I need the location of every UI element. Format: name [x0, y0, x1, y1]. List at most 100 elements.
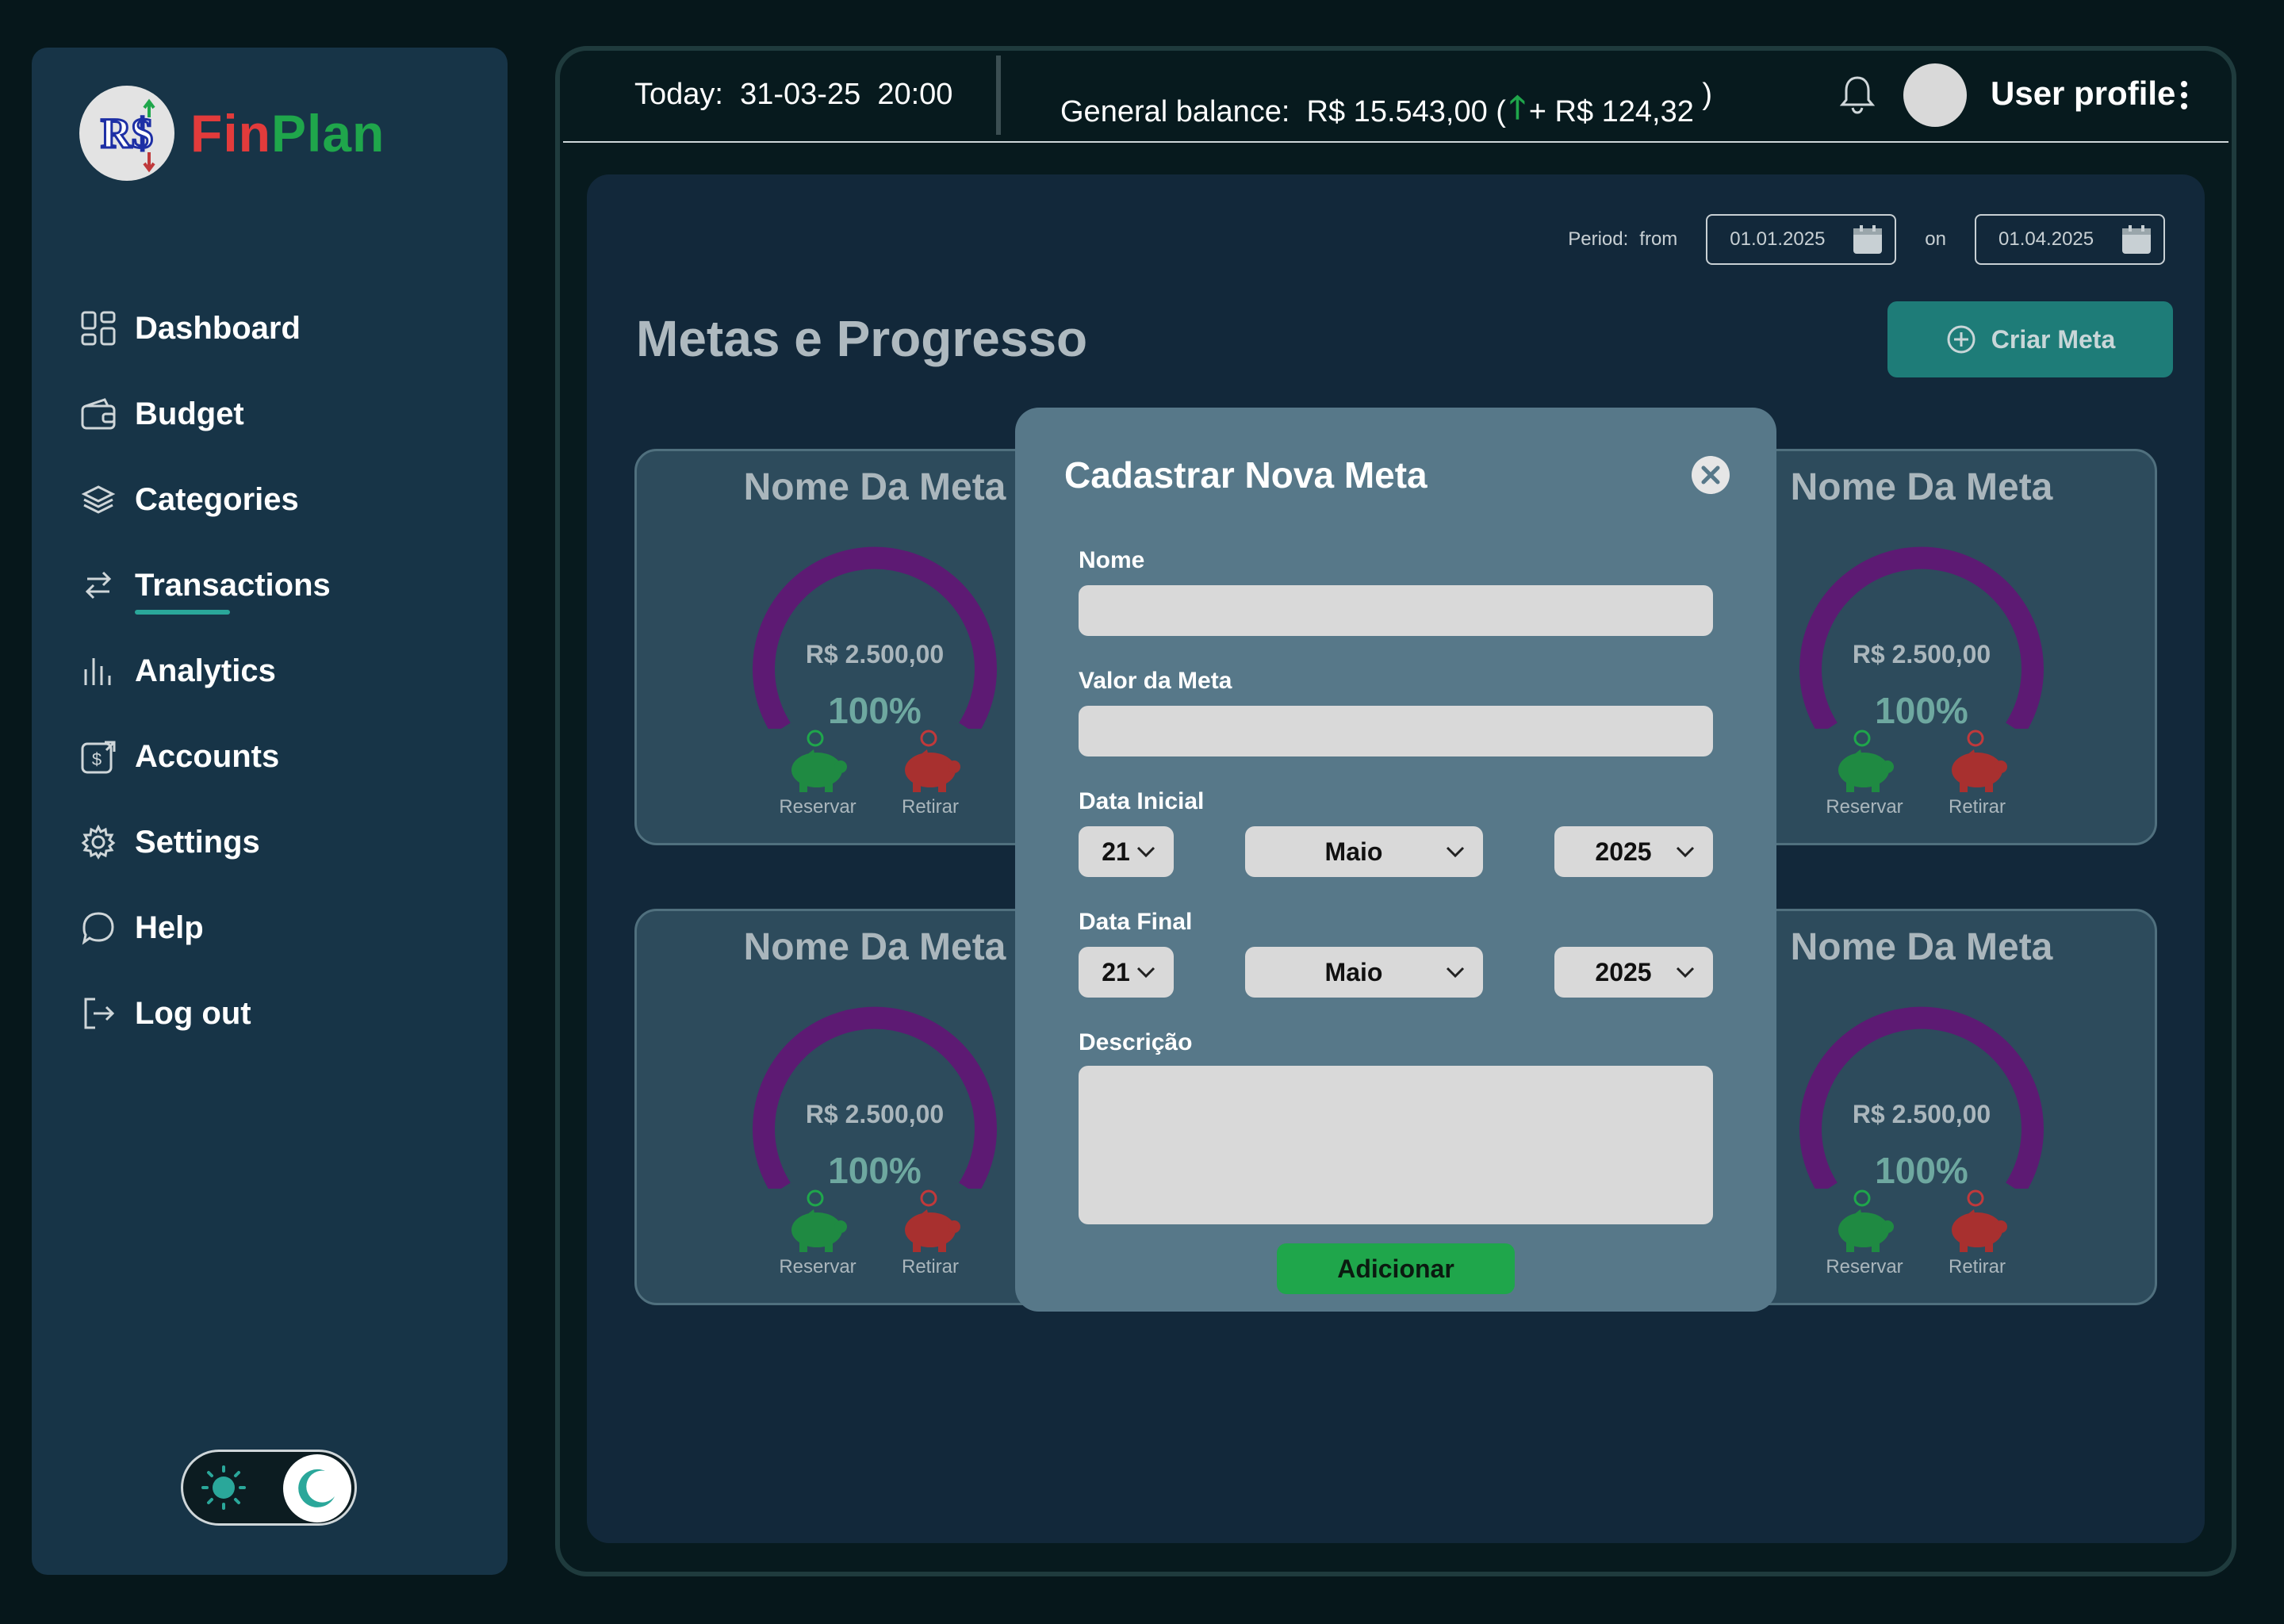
piggy-bank-deposit-icon[interactable] [1829, 729, 1900, 800]
withdraw-label: Retirar [1948, 796, 2006, 818]
end-date-label: Data Final [1079, 909, 1193, 935]
sidebar-item-categories[interactable]: Categories [79, 457, 492, 542]
today-display: Today: 31-03-25 20:00 [634, 78, 952, 112]
sidebar-item-label: Budget [135, 396, 244, 431]
piggy-bank-deposit-icon[interactable] [1829, 1189, 1900, 1260]
sidebar-item-budget[interactable]: Budget [79, 371, 492, 457]
to-date-value: 01.04.2025 [1998, 228, 2094, 250]
piggy-bank-withdraw-icon[interactable] [1942, 1189, 2014, 1260]
today-time: 20:00 [877, 78, 953, 111]
withdraw-label: Retirar [901, 1256, 959, 1277]
goal-value-input[interactable] [1079, 706, 1713, 756]
reserve-label: Reservar [779, 796, 856, 818]
start-day-value: 21 [1102, 837, 1130, 866]
piggy-bank-withdraw-icon[interactable] [1942, 729, 2014, 800]
end-year-value: 2025 [1595, 957, 1652, 986]
sidebar-item-accounts[interactable]: $ Accounts [79, 714, 492, 799]
start-month-select[interactable]: Maio [1245, 826, 1483, 877]
moon-icon [283, 1454, 351, 1522]
sidebar-item-analytics[interactable]: Analytics [79, 628, 492, 714]
dashboard-icon [79, 309, 117, 347]
sidebar-nav: Dashboard Budget Categories Transactions… [79, 285, 492, 1056]
sidebar-item-label: Categories [135, 481, 299, 517]
period-label: Period: [1568, 228, 1629, 250]
start-year-select[interactable]: 2025 [1554, 826, 1713, 877]
user-profile-label[interactable]: User profile [1991, 75, 2175, 113]
arrow-up-icon: 🡑 [1508, 90, 1526, 125]
avatar[interactable] [1903, 63, 1967, 127]
end-day-select[interactable]: 21 [1079, 947, 1174, 998]
from-date-value: 01.01.2025 [1730, 228, 1826, 250]
sidebar-item-label: Accounts [135, 738, 280, 774]
start-day-select[interactable]: 21 [1079, 826, 1174, 877]
start-month-value: Maio [1324, 837, 1383, 866]
from-label: from [1639, 228, 1678, 250]
reserve-label: Reservar [1826, 796, 1903, 818]
description-textarea[interactable] [1079, 1066, 1713, 1224]
logout-icon [79, 994, 117, 1032]
calendar-icon [1853, 225, 1883, 254]
sidebar-item-label: Transactions [135, 567, 331, 615]
brand-name-plan: Plan [270, 104, 385, 163]
sidebar-item-label: Log out [135, 995, 251, 1031]
piggy-bank-deposit-icon[interactable] [782, 1189, 853, 1260]
piggy-bank-withdraw-icon[interactable] [895, 729, 967, 800]
sidebar-item-logout[interactable]: Log out [79, 971, 492, 1056]
reserve-label: Reservar [1826, 1256, 1903, 1277]
dollar-account-icon: $ [79, 737, 117, 776]
chevron-down-icon [1136, 967, 1155, 979]
sidebar-item-settings[interactable]: Settings [79, 799, 492, 885]
piggy-bank-deposit-icon[interactable] [782, 729, 853, 800]
sidebar-item-label: Help [135, 910, 204, 945]
reserve-label: Reservar [779, 1256, 856, 1277]
sidebar-item-label: Analytics [135, 653, 276, 688]
bar-chart-icon [79, 652, 117, 690]
sun-icon [197, 1461, 250, 1514]
from-date-picker[interactable]: 01.01.2025 [1706, 214, 1897, 265]
wallet-icon [79, 395, 117, 433]
calendar-icon [2122, 225, 2151, 254]
close-icon[interactable] [1689, 454, 1732, 496]
today-date: 31-03-25 [740, 78, 861, 111]
add-goal-button[interactable]: Adicionar [1277, 1243, 1515, 1294]
piggy-bank-withdraw-icon[interactable] [895, 1189, 967, 1260]
modal-title: Cadastrar Nova Meta [1064, 454, 1428, 496]
to-date-picker[interactable]: 01.04.2025 [1975, 214, 2165, 265]
chevron-down-icon [1136, 846, 1155, 858]
brand-name: FinPlan [190, 103, 385, 163]
sidebar-item-help[interactable]: Help [79, 885, 492, 971]
sidebar: R$ FinPlan Dashboard Budget Categories T… [32, 48, 508, 1575]
balance-value: R$ 15.543,00 [1306, 94, 1488, 128]
end-month-select[interactable]: Maio [1245, 947, 1483, 998]
brand-name-fin: Fin [190, 104, 271, 163]
sidebar-item-dashboard[interactable]: Dashboard [79, 285, 492, 371]
layers-icon [79, 481, 117, 519]
general-balance: General balance: R$ 15.543,00 (🡑 + R$ 124… [1060, 78, 1712, 146]
balance-change: + R$ 124,32 [1528, 94, 1694, 128]
more-options-icon[interactable] [2179, 79, 2189, 111]
svg-text:$: $ [92, 749, 102, 769]
create-goal-label: Criar Meta [1991, 324, 2116, 354]
withdraw-label: Retirar [1948, 1256, 2006, 1277]
bell-icon[interactable] [1839, 75, 1880, 117]
topbar: Today: 31-03-25 20:00 General balance: R… [563, 48, 2228, 143]
period-filter: Period: from 01.01.2025 on 01.04.2025 [1568, 214, 2165, 265]
logo-icon: R$ [79, 86, 174, 181]
withdraw-label: Retirar [901, 796, 959, 818]
chevron-down-icon [1676, 846, 1695, 858]
sidebar-item-transactions[interactable]: Transactions [79, 542, 492, 628]
chevron-down-icon [1446, 967, 1465, 979]
sidebar-item-label: Dashboard [135, 310, 301, 346]
goal-name-input[interactable] [1079, 585, 1713, 636]
sidebar-item-label: Settings [135, 824, 260, 860]
transfer-arrows-icon [79, 566, 117, 604]
end-day-value: 21 [1102, 957, 1130, 986]
name-label: Nome [1079, 547, 1145, 573]
end-year-select[interactable]: 2025 [1554, 947, 1713, 998]
goal-value-label: Valor da Meta [1079, 668, 1232, 694]
theme-toggle[interactable] [181, 1450, 357, 1526]
brand-logo[interactable]: R$ FinPlan [79, 86, 385, 181]
topbar-divider [996, 56, 1001, 135]
create-goal-button[interactable]: Criar Meta [1887, 301, 2173, 377]
plus-circle-icon [1947, 325, 1976, 354]
